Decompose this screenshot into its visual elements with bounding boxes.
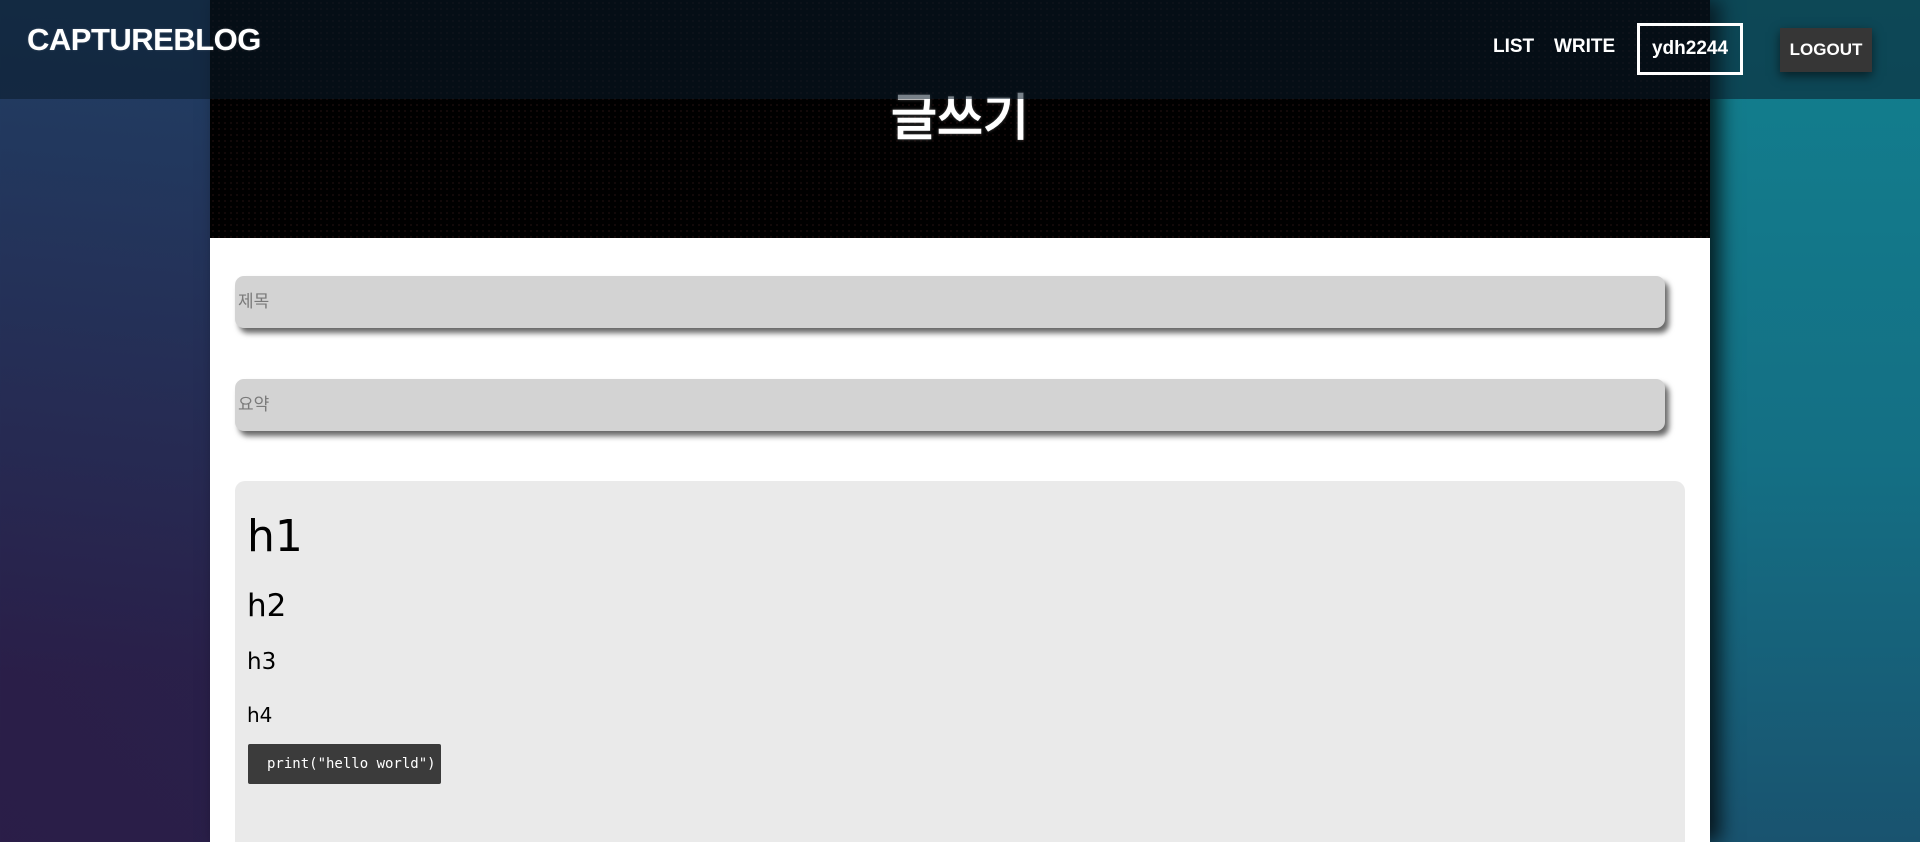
brand-logo[interactable]: CAPTUREBLOG <box>27 22 261 58</box>
editor-heading-3[interactable]: h3 <box>247 649 276 675</box>
page-background-right <box>1700 0 1920 842</box>
user-profile-button[interactable]: ydh2244 <box>1637 23 1743 75</box>
editor-heading-1[interactable]: h1 <box>247 511 303 562</box>
nav-link-list[interactable]: LIST <box>1493 36 1534 58</box>
content-editor[interactable]: h1 h2 h3 h4 print("hello world") <box>235 481 1685 842</box>
summary-input[interactable] <box>235 379 1665 431</box>
main-container: 글쓰기 h1 h2 h3 h4 print("hello world") <box>210 0 1710 842</box>
editor-heading-4[interactable]: h4 <box>247 703 272 727</box>
editor-code-block[interactable]: print("hello world") <box>248 744 441 784</box>
nav-link-write[interactable]: WRITE <box>1554 36 1615 58</box>
logout-button[interactable]: LOGOUT <box>1780 28 1872 72</box>
top-navbar: CAPTUREBLOG LIST WRITE ydh2244 LOGOUT <box>0 0 1920 99</box>
title-input[interactable] <box>235 276 1665 328</box>
editor-heading-2[interactable]: h2 <box>247 588 286 624</box>
